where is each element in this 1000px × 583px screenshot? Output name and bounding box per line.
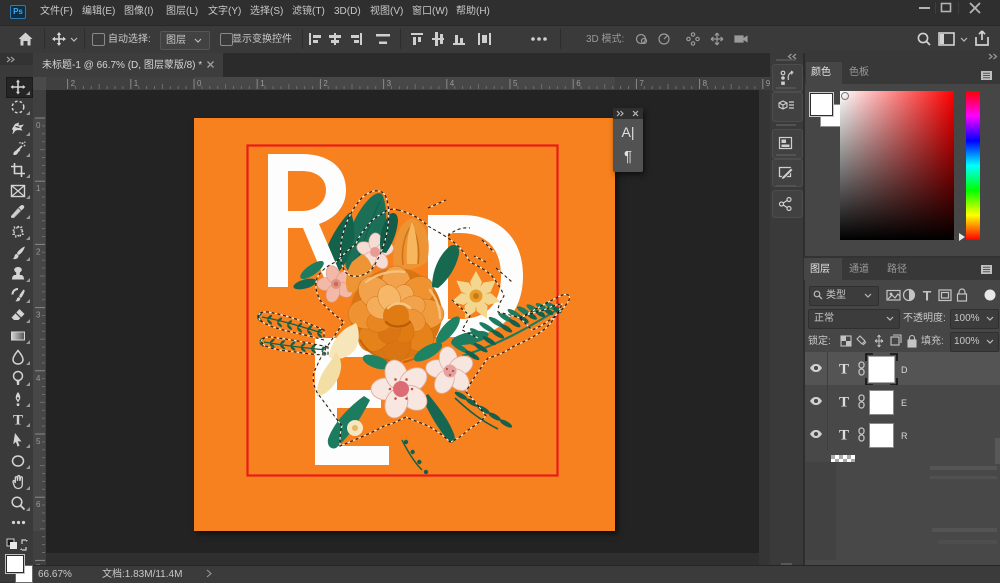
svg-text:A|: A| bbox=[622, 124, 635, 140]
svg-text:0: 0 bbox=[36, 121, 41, 130]
svg-text:T: T bbox=[923, 288, 932, 303]
svg-text:T: T bbox=[839, 428, 849, 444]
svg-text:T: T bbox=[13, 413, 23, 428]
svg-text:2: 2 bbox=[323, 79, 328, 88]
svg-text:5: 5 bbox=[513, 79, 518, 88]
svg-text:3: 3 bbox=[36, 311, 41, 320]
svg-text:3: 3 bbox=[387, 79, 392, 88]
svg-text:4: 4 bbox=[36, 374, 41, 383]
svg-text:7: 7 bbox=[639, 79, 644, 88]
svg-text:T: T bbox=[839, 395, 849, 411]
svg-text:¶: ¶ bbox=[624, 148, 632, 165]
svg-text:4: 4 bbox=[450, 79, 455, 88]
svg-text:1: 1 bbox=[260, 79, 265, 88]
svg-text:1: 1 bbox=[134, 79, 139, 88]
svg-text:0: 0 bbox=[197, 79, 202, 88]
svg-text:6: 6 bbox=[576, 79, 581, 88]
svg-text:1: 1 bbox=[36, 184, 41, 193]
svg-text:5: 5 bbox=[36, 437, 41, 446]
svg-text:8: 8 bbox=[703, 79, 708, 88]
svg-text:T: T bbox=[839, 362, 849, 378]
svg-text:2: 2 bbox=[71, 79, 76, 88]
svg-text:2: 2 bbox=[36, 247, 41, 256]
svg-text:6: 6 bbox=[36, 500, 41, 509]
